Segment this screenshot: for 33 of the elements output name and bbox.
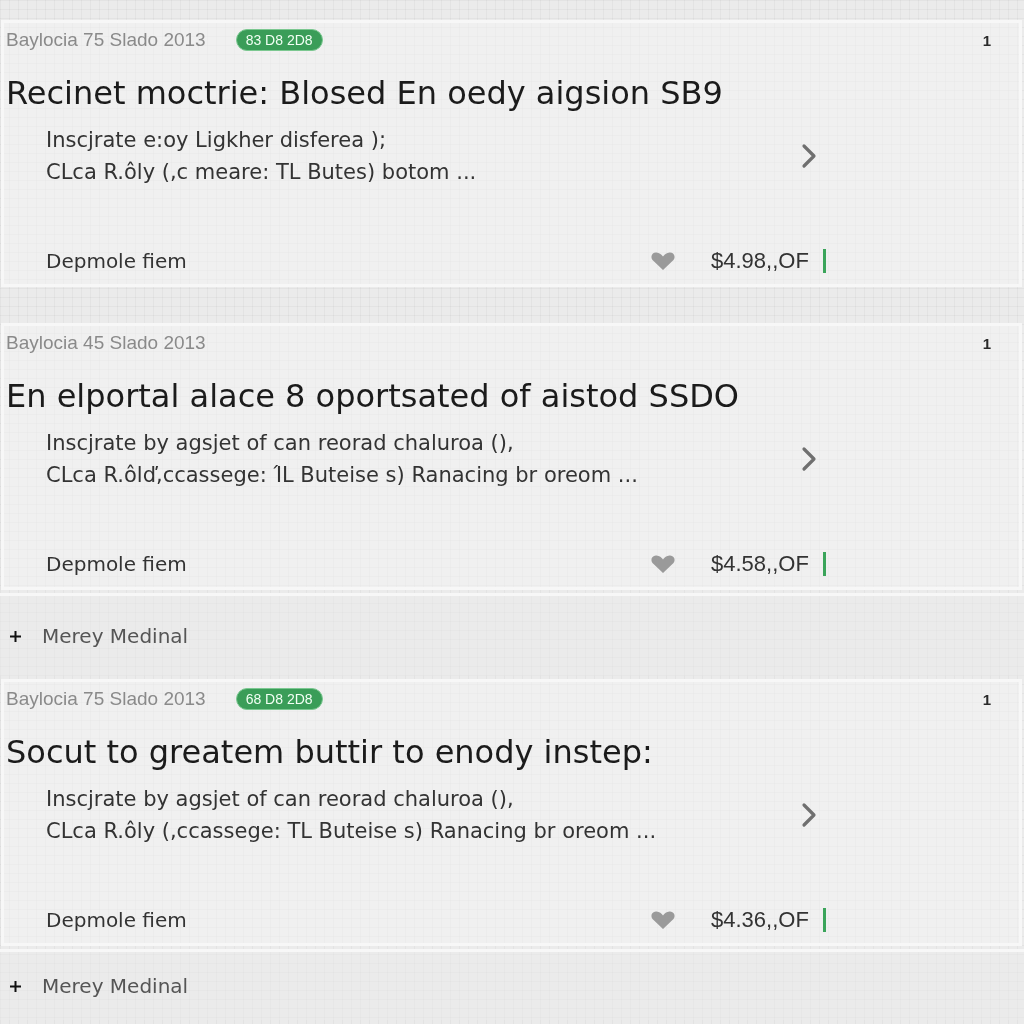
listing-meta: Baylocia 45 Slado 2013 [6,332,206,354]
count-label: 1 [982,690,991,708]
listing-description: Inscjrate by agsjet of can reorad chaluroa (), CLca R.ôlď,ccassege: ΊL Buteise s) Ranacing br oreom ... [46,430,639,489]
listing-title: Socut to greatem buttir to enody instep: [6,732,654,773]
plus-icon [10,980,21,992]
heart-icon[interactable] [651,555,675,573]
plus-icon [10,630,21,642]
count-label: 1 [982,334,991,352]
heart-icon[interactable] [651,911,675,929]
chevron-right-icon[interactable] [801,802,817,828]
count-label: 1 [982,31,991,49]
price-label: $4.98,,OF [711,248,809,274]
price-label: $4.58,,OF [711,551,809,577]
footer-label: Depmole fiem [46,552,188,576]
listing-meta: Baylocia 75 Slado 2013 [6,688,206,710]
heart-icon[interactable] [651,252,675,270]
vertical-bar-icon [822,249,826,273]
listing-description: Inscjrate e:oy Ligkher disferea ); CLca R.ôly (,c meare: TL Butes) botom ... [46,127,478,186]
footer-label: Depmole fiem [46,249,188,273]
chevron-right-icon[interactable] [801,143,817,169]
price-label: $4.36,,OF [711,907,809,933]
code-badge: 83 D8 2D8 [235,29,323,51]
vertical-bar-icon [822,908,826,932]
chevron-right-icon[interactable] [801,446,817,472]
add-item-button[interactable]: Merey Medinal [10,974,189,998]
listing-title: Recinet moctrie: Blosed En oedy aigsion SB9 [6,73,724,114]
listing-title: En elportal alace 8 oportsated of aistod SSDO [6,376,741,417]
code-badge: 68 D8 2D8 [235,688,323,710]
listing-meta: Baylocia 75 Slado 2013 [6,29,206,51]
listing-description: Inscjrate by agsjet of can reorad chaluroa (), CLca R.ôly (,ccassege: TL Buteise s) Ranacing br oreom ... [46,786,658,845]
footer-label: Depmole fiem [46,908,188,932]
vertical-bar-icon [822,552,826,576]
add-item-button[interactable]: Merey Medinal [10,624,189,648]
